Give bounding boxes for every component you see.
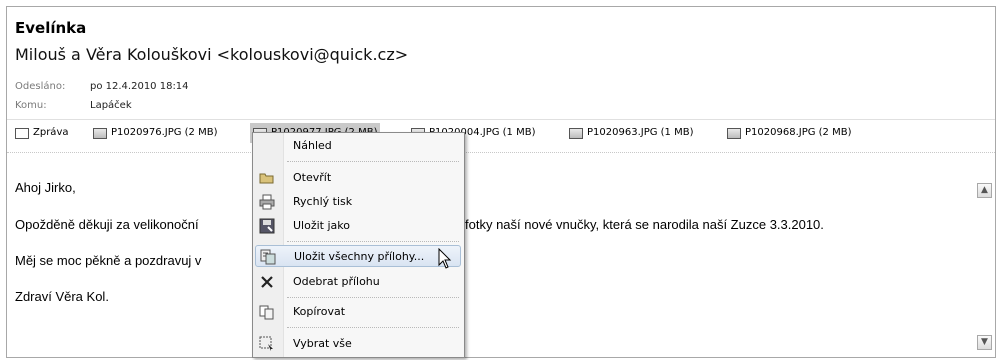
- menu-item-label: Vybrat vše: [293, 337, 352, 350]
- tab-label: P1020968.JPG (2 MB): [745, 127, 852, 138]
- menu-item-select-all[interactable]: Vybrat vše: [255, 333, 461, 355]
- message-window: Evelínka Milouš a Věra Kolouškovi <kolou…: [6, 6, 996, 358]
- attachment-context-menu: Náhled Otevřít Rychlý tisk Uložit jako U…: [252, 132, 465, 358]
- save-all-icon: [260, 249, 276, 265]
- open-folder-icon: [259, 170, 275, 186]
- sent-value: po 12.4.2010 18:14: [90, 81, 189, 92]
- menu-item-save-as[interactable]: Uložit jako: [255, 215, 461, 237]
- attachment-tab[interactable]: P1020976.JPG (2 MB): [93, 123, 217, 143]
- menu-item-save-all-attachments[interactable]: Uložit všechny přílohy...: [255, 245, 461, 267]
- envelope-icon: [15, 127, 29, 139]
- body-line: Měj se moc pěkně a pozdravuj v: [15, 253, 202, 268]
- attachment-tab[interactable]: P1020963.JPG (1 MB): [569, 123, 693, 143]
- menu-item-label: Odebrat přílohu: [293, 275, 380, 288]
- image-file-icon: [727, 127, 741, 139]
- image-file-icon: [569, 127, 583, 139]
- attachment-tab[interactable]: P1020968.JPG (2 MB): [727, 123, 851, 143]
- select-all-icon: [259, 336, 275, 352]
- tab-message[interactable]: Zpráva: [15, 123, 68, 143]
- sent-label: Odesláno:: [15, 81, 66, 92]
- scroll-down-icon[interactable]: ▼: [977, 335, 992, 350]
- copy-icon: [259, 304, 275, 320]
- menu-item-label: Rychlý tisk: [293, 195, 353, 208]
- body-line: Ahoj Jirko,: [15, 180, 76, 195]
- body-line: Zdraví Věra Kol.: [15, 289, 109, 304]
- menu-separator: [287, 241, 459, 242]
- mouse-pointer-icon: [438, 248, 452, 269]
- message-sender[interactable]: Milouš a Věra Kolouškovi <kolouskovi@qui…: [15, 45, 408, 64]
- save-as-icon: [259, 218, 275, 234]
- printer-icon: [259, 194, 275, 210]
- tab-label: Zpráva: [33, 127, 69, 138]
- header-divider: [7, 152, 995, 153]
- remove-x-icon: [259, 274, 275, 290]
- image-file-icon: [93, 127, 107, 139]
- menu-item-open[interactable]: Otevřít: [255, 167, 461, 189]
- tab-label: P1020963.JPG (1 MB): [587, 127, 694, 138]
- tab-label: P1020976.JPG (2 MB): [111, 127, 218, 138]
- attachment-bar: Zpráva P1020976.JPG (2 MB) P1020977.JPG …: [7, 119, 995, 146]
- menu-separator: [287, 297, 459, 298]
- to-label: Komu:: [15, 100, 47, 111]
- body-line: Opožděně děkuji za velikonoční: [15, 217, 199, 232]
- menu-item-copy[interactable]: Kopírovat: [255, 301, 461, 323]
- menu-item-label: Uložit všechny přílohy...: [294, 250, 425, 263]
- body-line: fotky naší nové vnučky, která se narodil…: [465, 217, 824, 232]
- menu-separator: [287, 161, 459, 162]
- menu-item-label: Otevřít: [293, 171, 332, 184]
- menu-item-preview[interactable]: Náhled: [255, 135, 461, 157]
- menu-item-remove-attachment[interactable]: Odebrat přílohu: [255, 271, 461, 293]
- vertical-scrollbar[interactable]: ▲ ▼: [977, 183, 993, 355]
- sent-row: Odesláno: po 12.4.2010 18:14: [15, 81, 189, 92]
- to-row: Komu: Lapáček: [15, 100, 132, 111]
- to-value[interactable]: Lapáček: [90, 100, 132, 111]
- menu-item-quick-print[interactable]: Rychlý tisk: [255, 191, 461, 213]
- menu-item-label: Kopírovat: [293, 305, 346, 318]
- message-subject: Evelínka: [15, 19, 87, 37]
- menu-item-label: Náhled: [293, 139, 332, 152]
- scroll-up-icon[interactable]: ▲: [977, 183, 992, 198]
- menu-item-label: Uložit jako: [293, 219, 350, 232]
- menu-separator: [287, 327, 459, 328]
